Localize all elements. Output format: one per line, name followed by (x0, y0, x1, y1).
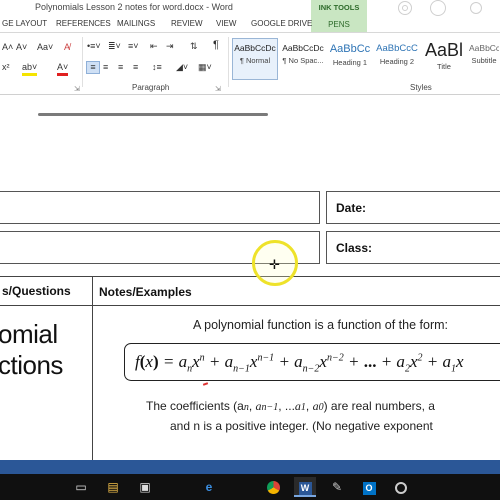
multilevel-list-icon[interactable]: ≡˅ (128, 41, 139, 52)
polynomial-formula: f(x) = anxn + an−1xn−1 + an−2xn−2 + ... … (135, 352, 464, 375)
numbering-icon[interactable]: ≣˅ (108, 41, 121, 52)
font-dialog-launcher-icon[interactable]: ⇲ (74, 85, 80, 93)
paragraph-dialog-launcher-icon[interactable]: ⇲ (215, 85, 221, 93)
header-divider (0, 305, 500, 306)
tab-page-layout[interactable]: GE LAYOUT (2, 19, 47, 28)
increase-indent-icon[interactable]: ⇥ (166, 41, 174, 52)
show-marks-button[interactable]: ¶ (213, 40, 219, 51)
align-center-icon[interactable]: ≡ (103, 62, 108, 73)
taskbar: ▭ ▤ ▣ e W ✎ O (0, 474, 500, 500)
paint-icon[interactable]: ✎ (326, 477, 348, 497)
style-preview: AaBbCcDc (234, 43, 276, 53)
style-name: Title (437, 62, 451, 71)
ribbon-separator (82, 37, 83, 87)
superscript-button[interactable]: x² (2, 62, 10, 73)
file-explorer-icon[interactable]: ▤ (102, 477, 124, 497)
coefficients-text: The coefficients (an, an−1, ...a1, a0) a… (146, 399, 435, 413)
align-left-icon[interactable]: ≡ (86, 61, 100, 74)
line-spacing-icon[interactable]: ↕≡ (152, 62, 162, 73)
ink-tools-label: INK TOOLS (318, 3, 360, 12)
ribbon: A˄ A˅ Aa˅ A̸ x² ab˅ A˅ ⇲ •≡˅ ≣˅ ≡˅ ⇤ ⇥ ⇅… (0, 32, 500, 95)
tab-mailings[interactable]: MAILINGS (117, 19, 155, 28)
style-name: ¶ No Spac... (282, 56, 324, 65)
chrome-icon[interactable] (262, 477, 284, 497)
style-normal[interactable]: AaBbCcDc ¶ Normal (232, 38, 278, 80)
highlight-button[interactable]: ab˅ (22, 62, 38, 76)
style-name: Subtitle (471, 56, 497, 65)
coefficients-text-start: The coefficients (a (146, 399, 244, 413)
font-color-button[interactable]: A˅ (57, 62, 69, 76)
background-pattern-icon (430, 0, 446, 16)
style-subtitle[interactable]: AaBbCcD Subtitle (468, 38, 500, 80)
date-field[interactable]: Date: (326, 191, 500, 224)
borders-icon[interactable]: ▦˅ (198, 62, 212, 73)
paragraph-group-label: Paragraph (132, 83, 170, 92)
tab-google-drive[interactable]: GOOGLE DRIVE (251, 19, 312, 28)
style-preview: AaBbCcD (469, 43, 499, 53)
change-case-button[interactable]: Aa˅ (37, 42, 53, 53)
ribbon-separator (228, 37, 229, 87)
store-icon[interactable]: ▣ (134, 477, 156, 497)
ribbon-tabs: GE LAYOUT REFERENCES MAILINGS REVIEW VIE… (0, 16, 500, 32)
outlook-icon[interactable]: O (358, 477, 380, 497)
name-field[interactable] (0, 191, 320, 224)
shrink-font-button[interactable]: A˅ (16, 42, 27, 53)
polynomial-formula-box: f(x) = anxn + an−1xn−1 + an−2xn−2 + ... … (124, 343, 500, 381)
header-rule (38, 113, 268, 116)
notes-header: Notes/Examples (99, 285, 192, 299)
topic-line-1: omial (0, 319, 58, 349)
class-label: Class: (336, 241, 373, 255)
style-heading-1[interactable]: AaBbCc Heading 1 (327, 38, 373, 80)
grow-font-button[interactable]: A˄ (2, 42, 13, 53)
integer-text: and n is a positive integer. (No negativ… (170, 419, 433, 433)
date-label: Date: (336, 201, 367, 215)
edge-icon[interactable]: e (198, 477, 220, 497)
style-preview: AaBl (424, 40, 464, 60)
task-view-icon[interactable]: ▭ (70, 477, 92, 497)
background-pattern-icon (470, 2, 482, 14)
word-window: Polynomials Lesson 2 notes for word.docx… (0, 0, 500, 500)
coefficients-text-end: ) are real numbers, a (323, 399, 435, 413)
style-no-spacing[interactable]: AaBbCcDc ¶ No Spac... (280, 38, 326, 80)
align-right-icon[interactable]: ≡ (118, 62, 123, 73)
questions-header: s/Questions (2, 284, 71, 298)
definition-text: A polynomial function is a function of t… (193, 318, 448, 332)
style-name: Heading 2 (379, 57, 415, 66)
word-icon[interactable]: W (294, 477, 316, 497)
move-cursor-icon: ✛ (269, 257, 280, 272)
style-title[interactable]: AaBl Title (421, 38, 467, 80)
style-heading-2[interactable]: AaBbCcC Heading 2 (374, 38, 420, 80)
style-preview: AaBbCc (329, 43, 371, 55)
style-preview: AaBbCcDc (282, 43, 324, 53)
style-preview: AaBbCcC (376, 43, 418, 54)
status-bar (0, 460, 500, 474)
background-pattern-icon (402, 5, 408, 11)
clear-formatting-button[interactable]: A̸ (64, 42, 70, 53)
tab-references[interactable]: REFERENCES (56, 19, 111, 28)
style-name: Heading 1 (332, 58, 368, 67)
column-divider (92, 276, 93, 460)
tab-view[interactable]: VIEW (216, 19, 236, 28)
shading-icon[interactable]: ◢˅ (176, 62, 188, 73)
window-title: Polynomials Lesson 2 notes for word.docx… (35, 2, 233, 12)
title-bar: Polynomials Lesson 2 notes for word.docx… (0, 0, 500, 16)
sort-icon[interactable]: ⇅ (190, 41, 198, 52)
cortana-icon[interactable] (390, 477, 412, 497)
class-field[interactable]: Class: (326, 231, 500, 264)
styles-group-label: Styles (410, 83, 432, 92)
bullets-icon[interactable]: •≡˅ (87, 41, 101, 52)
document-page[interactable]: Date: Class: s/Questions Notes/Examples … (0, 96, 500, 460)
decrease-indent-icon[interactable]: ⇤ (150, 41, 158, 52)
justify-icon[interactable]: ≡ (133, 62, 138, 73)
style-name: ¶ Normal (239, 56, 271, 65)
tab-review[interactable]: REVIEW (171, 19, 203, 28)
topic-line-2: ctions (0, 350, 63, 380)
